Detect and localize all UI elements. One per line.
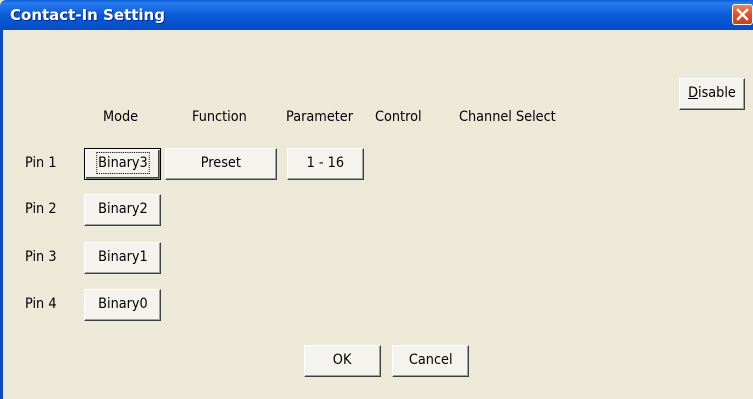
disable-button[interactable]: Disable <box>679 78 745 110</box>
title-bar[interactable]: Contact-In Setting <box>0 0 753 30</box>
close-button[interactable] <box>732 4 753 25</box>
ok-button[interactable]: OK <box>304 345 381 377</box>
close-x-icon <box>736 8 749 21</box>
pin-2-mode-button[interactable]: Binary2 <box>84 194 161 226</box>
window-title: Contact-In Setting <box>10 6 165 24</box>
window-frame-left <box>0 30 3 399</box>
pin-4-label: Pin 4 <box>25 296 57 312</box>
header-parameter: Parameter <box>286 109 354 125</box>
header-control: Control <box>375 109 422 125</box>
pin-1-label: Pin 1 <box>25 155 57 171</box>
pin-3-label: Pin 3 <box>25 249 57 265</box>
pin-1-mode-button[interactable]: Binary3 <box>84 148 161 180</box>
pin-1-parameter-button[interactable]: 1 - 16 <box>287 148 364 180</box>
header-mode: Mode <box>103 109 139 125</box>
contact-in-setting-dialog: Contact-In Setting Disable Mode Function… <box>0 0 753 399</box>
pin-1-function-button[interactable]: Preset <box>165 148 277 180</box>
pin-3-mode-button[interactable]: Binary1 <box>84 242 161 274</box>
pin-2-label: Pin 2 <box>25 201 57 217</box>
cancel-button[interactable]: Cancel <box>392 345 469 377</box>
pin-4-mode-button[interactable]: Binary0 <box>84 289 161 321</box>
header-function: Function <box>192 109 247 125</box>
header-channel-select: Channel Select <box>459 109 556 125</box>
